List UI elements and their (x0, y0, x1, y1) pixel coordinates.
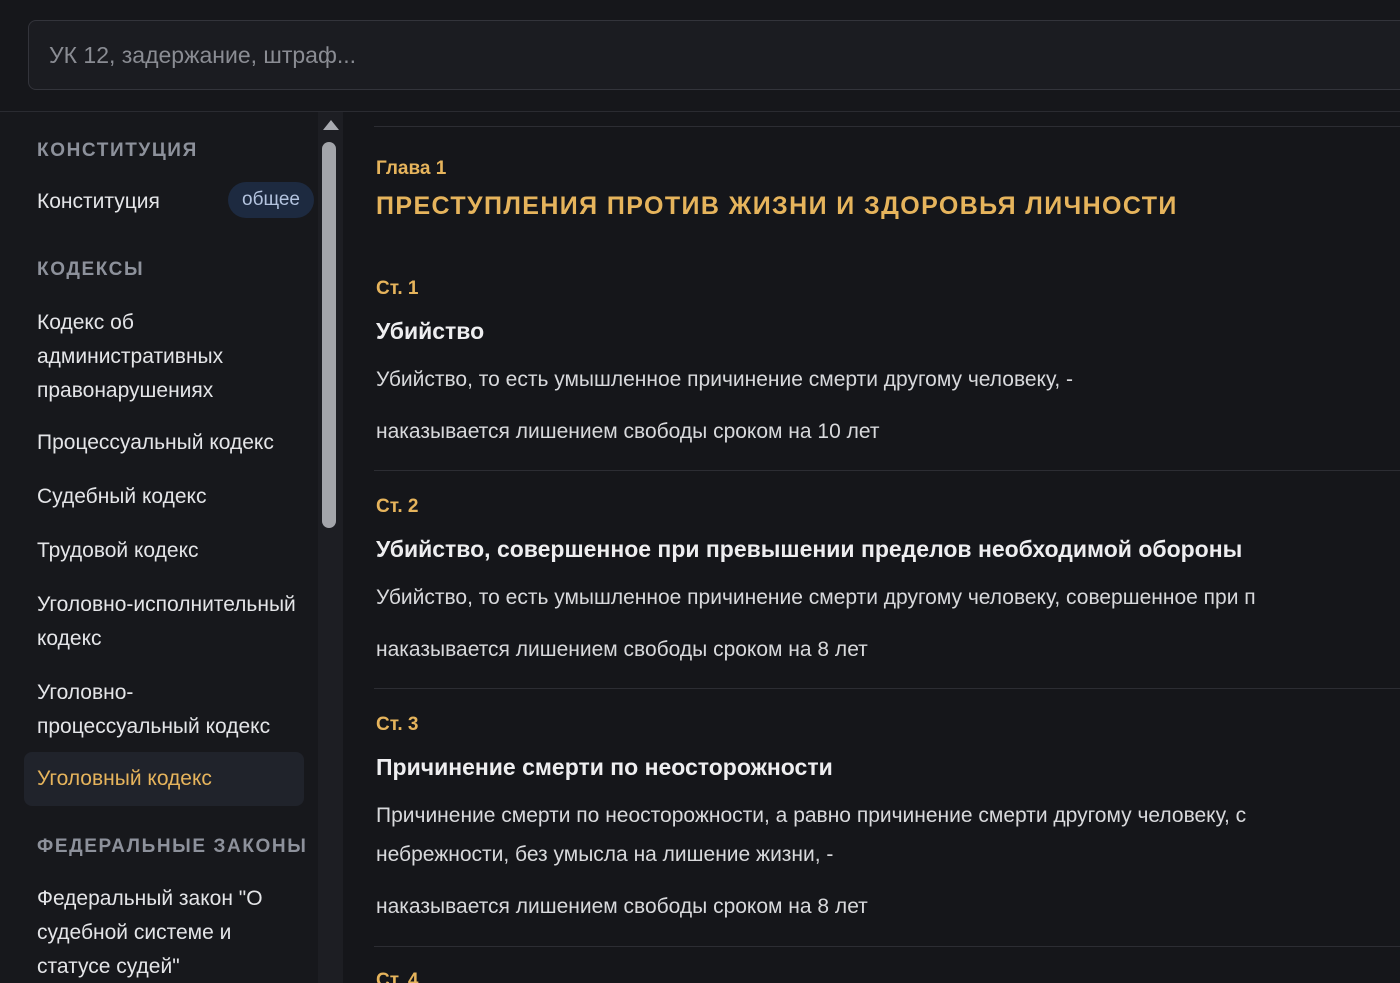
scrollbar-thumb[interactable] (322, 142, 336, 528)
chapter-title: ПРЕСТУПЛЕНИЯ ПРОТИВ ЖИЗНИ И ЗДОРОВЬЯ ЛИЧ… (376, 192, 1178, 220)
sidebar-item-label: Трудовой кодекс (37, 539, 199, 562)
sidebar-item-labor-code[interactable]: Трудовой кодекс (24, 534, 304, 568)
divider (374, 126, 1400, 127)
sidebar-item-federal-law-judicial-system[interactable]: Федеральный закон "О судебной системе и … (24, 882, 284, 983)
article-text-line: небрежности, без умысла на лишение жизни… (376, 843, 834, 866)
article-text: Убийство, то есть умышленное причинение … (376, 586, 1256, 609)
article-text: Убийство, то есть умышленное причинение … (376, 368, 1074, 391)
scroll-up-arrow-icon[interactable] (323, 120, 339, 130)
section-title-federal-laws: ФЕДЕРАЛЬНЫЕ ЗАКОНЫ (37, 836, 308, 857)
article-number: Ст. 4 (376, 970, 419, 983)
divider (374, 470, 1400, 471)
chapter-label: Глава 1 (376, 158, 447, 179)
article-penalty: наказывается лишением свободы сроком на … (376, 895, 868, 918)
sidebar-scrollbar[interactable] (318, 112, 343, 983)
sidebar-item-label: Судебный кодекс (37, 485, 207, 508)
sidebar: КОНСТИТУЦИЯ Конституция общее КОДЕКСЫ Ко… (0, 112, 318, 983)
badge-general: общее (228, 182, 315, 218)
sidebar-item-criminal-code[interactable]: Уголовный кодекс (24, 752, 304, 806)
sidebar-item-procedural-code[interactable]: Процессуальный кодекс (24, 426, 304, 460)
article-penalty: наказывается лишением свободы сроком на … (376, 638, 868, 661)
sidebar-item-label: Уголовно-процессуальный кодекс (37, 681, 271, 738)
sidebar-item-constitution[interactable]: Конституция общее (24, 182, 315, 219)
header (0, 0, 1400, 112)
sidebar-item-judicial-code[interactable]: Судебный кодекс (24, 480, 304, 514)
article-number: Ст. 3 (376, 714, 419, 735)
article-penalty: наказывается лишением свободы сроком на … (376, 420, 880, 443)
article-text-line: Причинение смерти по неосторожности, а р… (376, 804, 1247, 827)
section-title-constitution: КОНСТИТУЦИЯ (37, 140, 198, 161)
sidebar-item-label: Уголовный кодекс (37, 767, 212, 790)
article-title: Убийство (376, 318, 485, 344)
divider (374, 688, 1400, 689)
search-input[interactable] (49, 21, 1349, 89)
sidebar-item-label: Уголовно-исполнительный кодекс (37, 593, 296, 650)
main-content: Глава 1 ПРЕСТУПЛЕНИЯ ПРОТИВ ЖИЗНИ И ЗДОР… (344, 112, 1400, 983)
app-window: КОНСТИТУЦИЯ Конституция общее КОДЕКСЫ Ко… (0, 0, 1400, 983)
sidebar-item-label: Кодекс об административных правонарушени… (37, 311, 224, 402)
search-box[interactable] (28, 20, 1400, 90)
article-title: Убийство, совершенное при превышении пре… (376, 536, 1243, 562)
article-title: Причинение смерти по неосторожности (376, 754, 833, 780)
sidebar-item-label: Процессуальный кодекс (37, 431, 274, 454)
article-number: Ст. 2 (376, 496, 419, 517)
sidebar-item-criminal-procedure-code[interactable]: Уголовно-процессуальный кодекс (24, 676, 296, 744)
sidebar-item-admin-code[interactable]: Кодекс об административных правонарушени… (24, 306, 254, 408)
section-title-codes: КОДЕКСЫ (37, 259, 145, 280)
divider (374, 946, 1400, 947)
sidebar-item-label: Конституция (37, 190, 160, 213)
sidebar-item-penal-enforcement-code[interactable]: Уголовно-исполнительный кодекс (24, 588, 296, 656)
article-number: Ст. 1 (376, 278, 419, 299)
sidebar-item-label: Федеральный закон "О судебной системе и … (37, 887, 263, 978)
